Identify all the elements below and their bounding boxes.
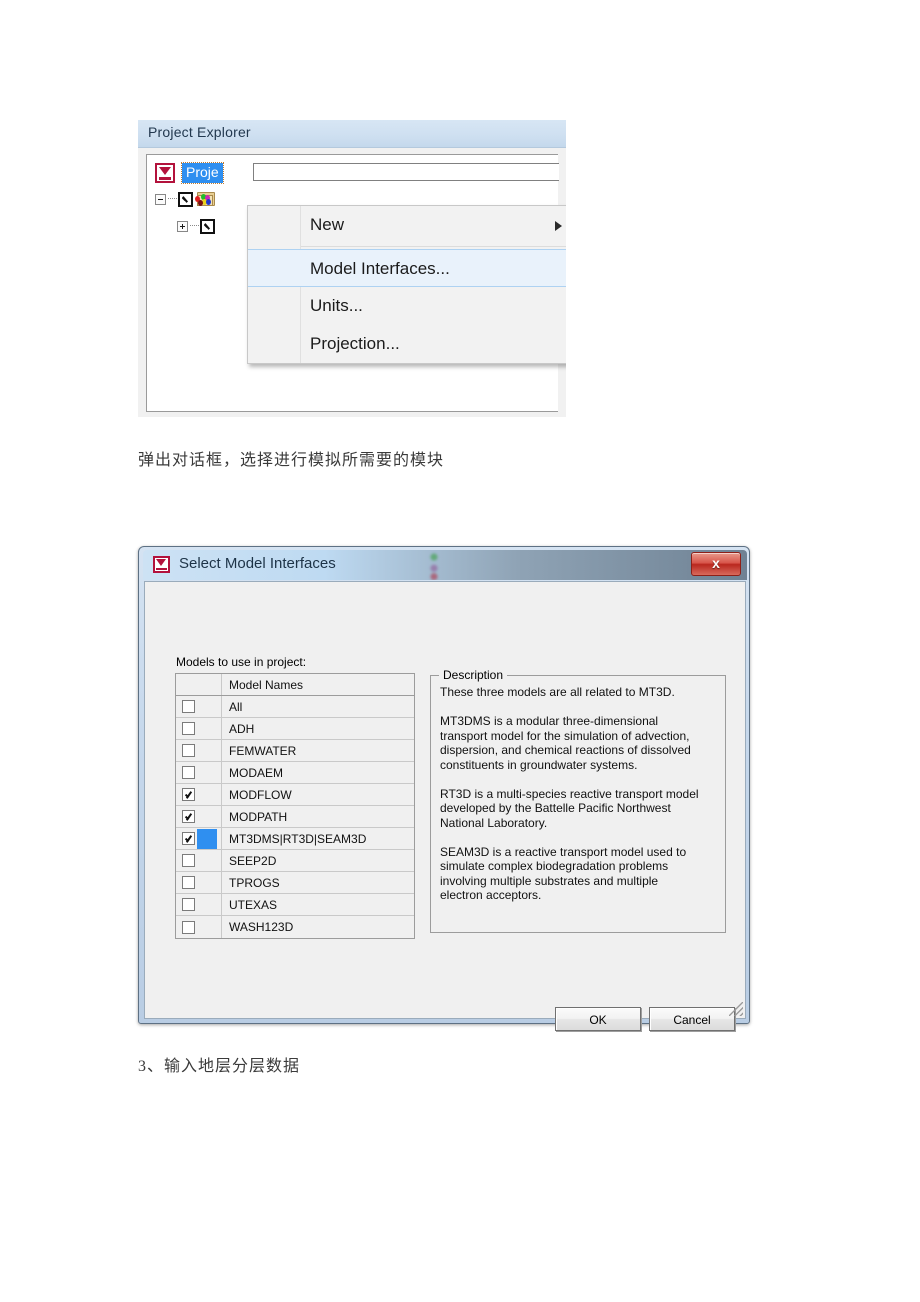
background-artifact — [429, 552, 439, 580]
menu-item-projection[interactable]: Projection... — [248, 325, 566, 363]
close-icon: x — [712, 555, 720, 571]
dialog-client-area: Models to use in project: Model Names Al… — [144, 581, 746, 1031]
submenu-arrow-icon — [555, 221, 562, 231]
checkbox-icon[interactable] — [182, 722, 195, 735]
row-model-name[interactable]: SEEP2D — [222, 850, 414, 871]
row-checkbox-cell[interactable] — [176, 762, 222, 783]
row-model-name[interactable]: TPROGS — [222, 872, 414, 893]
collapse-expander-icon[interactable] — [155, 193, 166, 205]
checkbox-icon[interactable] — [182, 876, 195, 889]
caption-text-1: 弹出对话框，选择进行模拟所需要的模块 — [138, 452, 445, 469]
table-row[interactable]: TPROGS — [176, 872, 414, 894]
row-checkbox-cell[interactable] — [176, 872, 222, 893]
gms-app-icon — [153, 556, 170, 573]
checkbox-icon[interactable] — [182, 810, 195, 823]
row-model-name[interactable]: MT3DMS|RT3D|SEAM3D — [222, 828, 414, 849]
model-names-table[interactable]: Model Names All ADH FEMWATER MODAEM MODF — [175, 673, 415, 939]
select-model-interfaces-dialog: Select Model Interfaces x Models to use … — [138, 546, 750, 1031]
checkbox-icon[interactable] — [182, 920, 195, 934]
row-model-name[interactable]: FEMWATER — [222, 740, 414, 761]
gms-project-icon — [155, 163, 175, 183]
row-checkbox-cell[interactable] — [176, 916, 222, 938]
checkbox-icon[interactable] — [182, 898, 195, 911]
menu-item-new[interactable]: New — [248, 206, 566, 244]
row-model-name[interactable]: ADH — [222, 718, 414, 739]
resize-grip[interactable] — [729, 1002, 743, 1016]
row-model-name[interactable]: MODPATH — [222, 806, 414, 827]
tree-row-project[interactable]: Proje — [155, 162, 224, 185]
table-row[interactable]: All — [176, 696, 414, 718]
project-explorer-body: Proje New Model Interfaces... Units... P… — [138, 148, 566, 417]
table-row[interactable]: WASH123D — [176, 916, 414, 938]
checkbox-icon[interactable] — [182, 766, 195, 779]
checkbox-icon[interactable] — [182, 854, 195, 867]
table-row[interactable]: MODPATH — [176, 806, 414, 828]
checkbox-icon[interactable] — [182, 700, 195, 713]
table-row[interactable]: UTEXAS — [176, 894, 414, 916]
menu-item-units-label: Units... — [310, 296, 363, 315]
description-text: These three models are all related to MT… — [440, 685, 699, 902]
ok-button[interactable]: OK — [555, 1007, 641, 1031]
row-checkbox-cell[interactable] — [176, 850, 222, 871]
row-checkbox-cell[interactable] — [176, 696, 222, 717]
caption-text-2: 3、输入地层分层数据 — [138, 1058, 301, 1075]
project-explorer-screenshot: Project Explorer Proje New Model Interfa… — [138, 120, 566, 417]
header-model-names-cell: Model Names — [222, 674, 414, 695]
tree-rename-editbox[interactable] — [253, 163, 559, 181]
row-checkbox-cell[interactable] — [176, 828, 222, 849]
row-model-name[interactable]: WASH123D — [222, 916, 414, 938]
checkbox-icon[interactable] — [182, 744, 195, 757]
menu-separator — [300, 246, 566, 247]
folder-colored-icon — [195, 191, 215, 207]
menu-item-units[interactable]: Units... — [248, 287, 566, 325]
description-legend: Description — [439, 668, 508, 682]
row-model-name[interactable]: UTEXAS — [222, 894, 414, 915]
row-model-name[interactable]: MODFLOW — [222, 784, 414, 805]
tree-checkbox-child-2[interactable] — [200, 218, 215, 234]
cancel-button[interactable]: Cancel — [649, 1007, 735, 1031]
tree-row-child-1[interactable] — [155, 190, 215, 212]
context-menu[interactable]: New Model Interfaces... Units... Project… — [247, 205, 566, 364]
row-model-name[interactable]: MODAEM — [222, 762, 414, 783]
tree-row-child-2[interactable] — [177, 217, 217, 239]
row-model-name[interactable]: All — [222, 696, 414, 717]
header-checkbox-cell — [176, 674, 222, 695]
row-checkbox-cell[interactable] — [176, 718, 222, 739]
row-checkbox-cell[interactable] — [176, 784, 222, 805]
table-row[interactable]: SEEP2D — [176, 850, 414, 872]
checkbox-icon[interactable] — [182, 832, 195, 845]
project-explorer-panel-header: Project Explorer — [138, 120, 566, 148]
dialog-title: Select Model Interfaces — [179, 555, 336, 572]
dialog-titlebar[interactable]: Select Model Interfaces x — [143, 550, 747, 580]
table-header-row: Model Names — [176, 674, 414, 696]
selection-highlight — [197, 828, 217, 849]
project-explorer-title: Project Explorer — [148, 124, 251, 140]
project-tree-pane[interactable]: Proje New Model Interfaces... Units... P… — [146, 154, 566, 412]
expand-expander-icon[interactable] — [177, 220, 188, 232]
tree-root-label[interactable]: Proje — [181, 162, 224, 184]
tree-checkbox-child-1[interactable] — [178, 191, 193, 207]
table-row[interactable]: MODFLOW — [176, 784, 414, 806]
table-row[interactable]: MODAEM — [176, 762, 414, 784]
menu-item-model-interfaces-label: Model Interfaces... — [310, 259, 450, 278]
table-row-selected[interactable]: MT3DMS|RT3D|SEAM3D — [176, 828, 414, 850]
close-button[interactable]: x — [691, 552, 741, 576]
checkbox-icon[interactable] — [182, 788, 195, 801]
models-to-use-label: Models to use in project: — [176, 655, 307, 669]
menu-item-new-label: New — [310, 215, 345, 234]
table-row[interactable]: ADH — [176, 718, 414, 740]
menu-item-projection-label: Projection... — [310, 334, 400, 353]
menu-item-model-interfaces[interactable]: Model Interfaces... — [248, 249, 566, 287]
row-checkbox-cell[interactable] — [176, 806, 222, 827]
row-checkbox-cell[interactable] — [176, 894, 222, 915]
table-row[interactable]: FEMWATER — [176, 740, 414, 762]
row-checkbox-cell[interactable] — [176, 740, 222, 761]
